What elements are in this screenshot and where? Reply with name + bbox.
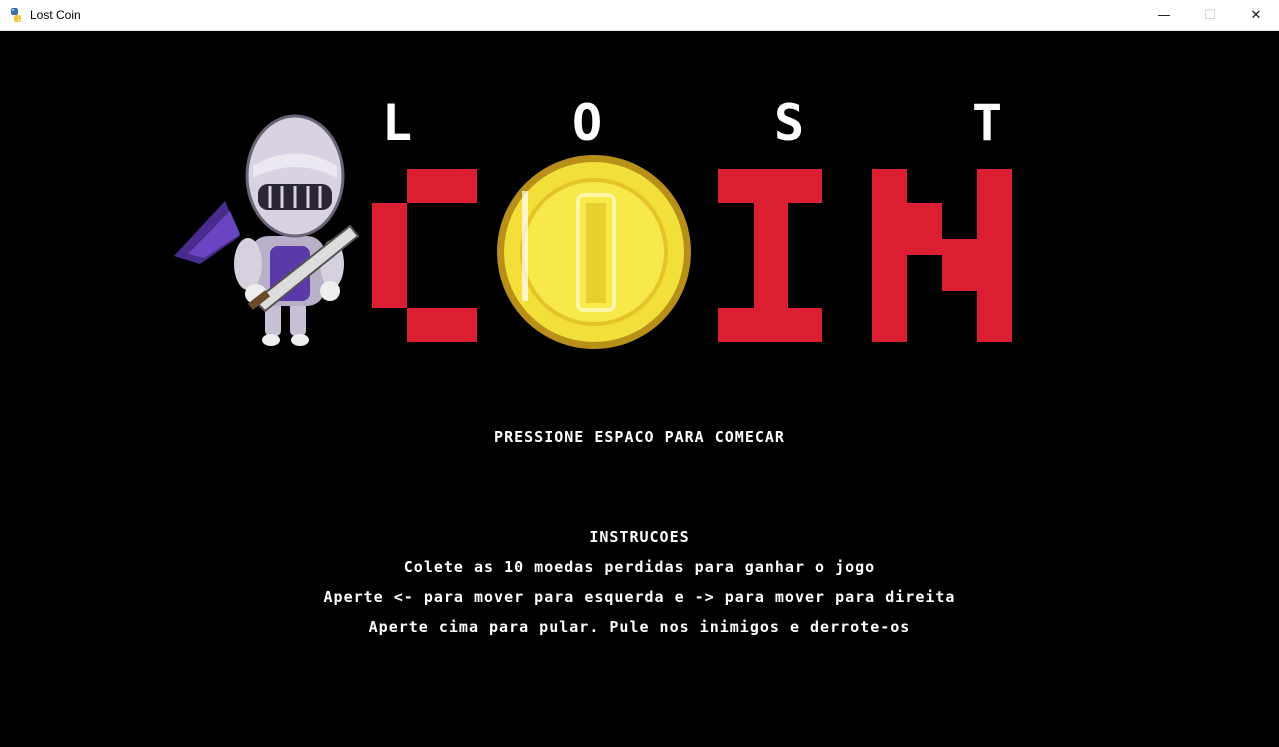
instruction-line: Colete as 10 moedas perdidas para ganhar… [403, 558, 876, 576]
logo-letter-t: T [972, 94, 1003, 152]
logo-letter-o: O [572, 94, 603, 152]
maximize-button[interactable]: ☐ [1187, 0, 1233, 30]
instruction-line: Aperte cima para pular. Pule nos inimigo… [368, 618, 911, 636]
logo-letter-s: S [774, 94, 805, 152]
start-prompt: PRESSIONE ESPACO PARA COMECAR [494, 428, 785, 446]
coin-logo [372, 155, 1012, 349]
knight-sprite-icon [174, 114, 360, 346]
python-snake-icon [8, 7, 24, 23]
logo-letter-i [718, 169, 822, 342]
logo-letter-c [372, 169, 477, 342]
logo-letter-l: L [382, 94, 413, 152]
game-canvas[interactable]: L O S T PRESSIONE ESPACO PARA COMECAR IN… [0, 31, 1279, 747]
gold-coin-icon [497, 155, 691, 349]
window-title-bar[interactable]: Lost Coin — ☐ ✕ [0, 0, 1279, 31]
instruction-line: Aperte <- para mover para esquerda e -> … [323, 588, 956, 606]
instructions-heading: INSTRUCOES [589, 528, 690, 546]
minimize-button[interactable]: — [1141, 0, 1187, 30]
close-button[interactable]: ✕ [1233, 0, 1279, 30]
window-controls: — ☐ ✕ [1141, 0, 1279, 30]
logo-letter-n [872, 169, 1012, 342]
window-title: Lost Coin [30, 8, 81, 22]
